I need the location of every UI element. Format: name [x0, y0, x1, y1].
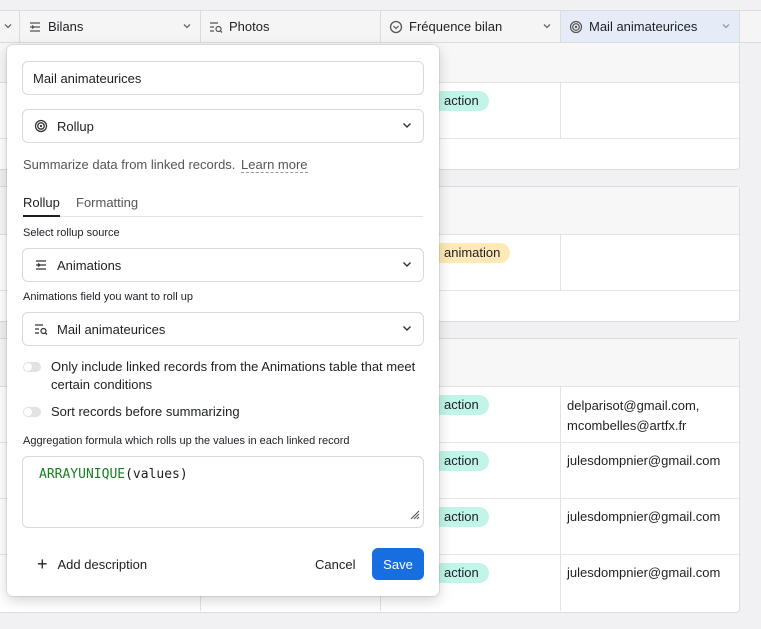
sort-toggle-row[interactable]: Sort records before summarizing	[23, 403, 425, 421]
chevron-down-icon[interactable]	[542, 19, 552, 34]
mail-value: mcombelles@artfx.fr	[567, 418, 687, 433]
sort-toggle-label: Sort records before summarizing	[51, 404, 240, 419]
lookup-icon	[33, 321, 49, 337]
helper-text: Summarize data from linked records. Lear…	[23, 157, 308, 173]
chevron-down-icon	[401, 322, 413, 337]
column-header-bilans[interactable]: Bilans	[20, 11, 201, 42]
field-config-popup: Mail animateurices Rollup Summarize data…	[7, 45, 439, 596]
field-name-input[interactable]: Mail animateurices	[22, 61, 424, 95]
frequence-pill: action	[432, 451, 489, 471]
cancel-button[interactable]: Cancel	[303, 548, 367, 580]
grid-header: Bilans Photos Fréquence bilan Mail anima…	[0, 10, 761, 43]
frequence-pill: action	[432, 91, 489, 111]
aggregation-label: Aggregation formula which rolls up the v…	[23, 435, 350, 447]
chevron-down-icon[interactable]	[182, 19, 192, 34]
formula-function: ARRAYUNIQUE	[39, 467, 126, 482]
learn-more-link[interactable]: Learn more	[241, 157, 308, 173]
conditions-toggle-label: Only include linked records from the Ani…	[51, 359, 416, 392]
sort-toggle[interactable]	[23, 407, 41, 417]
frequence-pill: animation	[432, 243, 511, 263]
add-description-label: Add description	[57, 556, 148, 572]
tab-formatting[interactable]: Formatting	[76, 195, 138, 210]
column-header-mail[interactable]: Mail animateurices	[561, 11, 740, 42]
save-button[interactable]: Save	[372, 548, 424, 580]
rollup-field-label: Animations field you want to roll up	[23, 291, 193, 303]
rollup-source-value: Animations	[57, 257, 122, 273]
chevron-down-icon	[401, 119, 413, 134]
rollup-field-select[interactable]: Mail animateurices	[22, 312, 424, 346]
rollup-icon	[33, 118, 49, 134]
column-header-prev[interactable]	[0, 11, 20, 42]
column-header-label: Bilans	[48, 19, 84, 34]
field-type-select[interactable]: Rollup	[22, 109, 424, 143]
rollup-icon	[569, 20, 583, 34]
linked-record-icon	[28, 20, 42, 34]
conditions-toggle-row[interactable]: Only include linked records from the Ani…	[23, 358, 425, 394]
rollup-source-label: Select rollup source	[23, 227, 120, 239]
chevron-down-icon[interactable]	[721, 19, 731, 34]
conditions-toggle[interactable]	[23, 362, 41, 372]
chevron-down-icon[interactable]	[3, 19, 13, 34]
column-header-photos[interactable]: Photos	[201, 11, 381, 42]
plus-icon: +	[37, 554, 48, 574]
field-type-value: Rollup	[57, 118, 94, 134]
rollup-field-value: Mail animateurices	[57, 321, 166, 337]
column-header-label: Photos	[229, 19, 270, 34]
column-header-frequence[interactable]: Fréquence bilan	[381, 11, 561, 42]
single-select-icon	[389, 20, 403, 34]
field-name-value: Mail animateurices	[33, 70, 142, 86]
config-tabs: Rollup Formatting	[23, 193, 423, 217]
rollup-source-select[interactable]: Animations	[22, 248, 424, 282]
column-header-label: Fréquence bilan	[409, 19, 503, 34]
formula-args: (values)	[125, 467, 188, 482]
mail-cell[interactable]: delparisot@gmail.com, mcombelles@artfx.f…	[567, 396, 699, 436]
mail-value[interactable]: julesdompnier@gmail.com	[567, 507, 720, 527]
frequence-pill: action	[432, 563, 489, 583]
formula-editor[interactable]: ARRAYUNIQUE(values)	[22, 456, 424, 528]
mail-value[interactable]: julesdompnier@gmail.com	[567, 563, 720, 583]
resize-handle-icon[interactable]	[408, 508, 420, 524]
helper-description: Summarize data from linked records.	[23, 157, 236, 172]
column-header-label: Mail animateurices	[589, 19, 698, 34]
chevron-down-icon	[401, 258, 413, 273]
tab-rollup[interactable]: Rollup	[23, 195, 60, 217]
add-description-button[interactable]: + Add description	[37, 555, 147, 573]
mail-value: delparisot@gmail.com,	[567, 398, 700, 413]
frequence-pill: action	[432, 395, 489, 415]
mail-value[interactable]: julesdompnier@gmail.com	[567, 451, 720, 471]
frequence-pill: action	[432, 507, 489, 527]
linked-record-icon	[33, 257, 49, 273]
lookup-icon	[209, 20, 223, 34]
